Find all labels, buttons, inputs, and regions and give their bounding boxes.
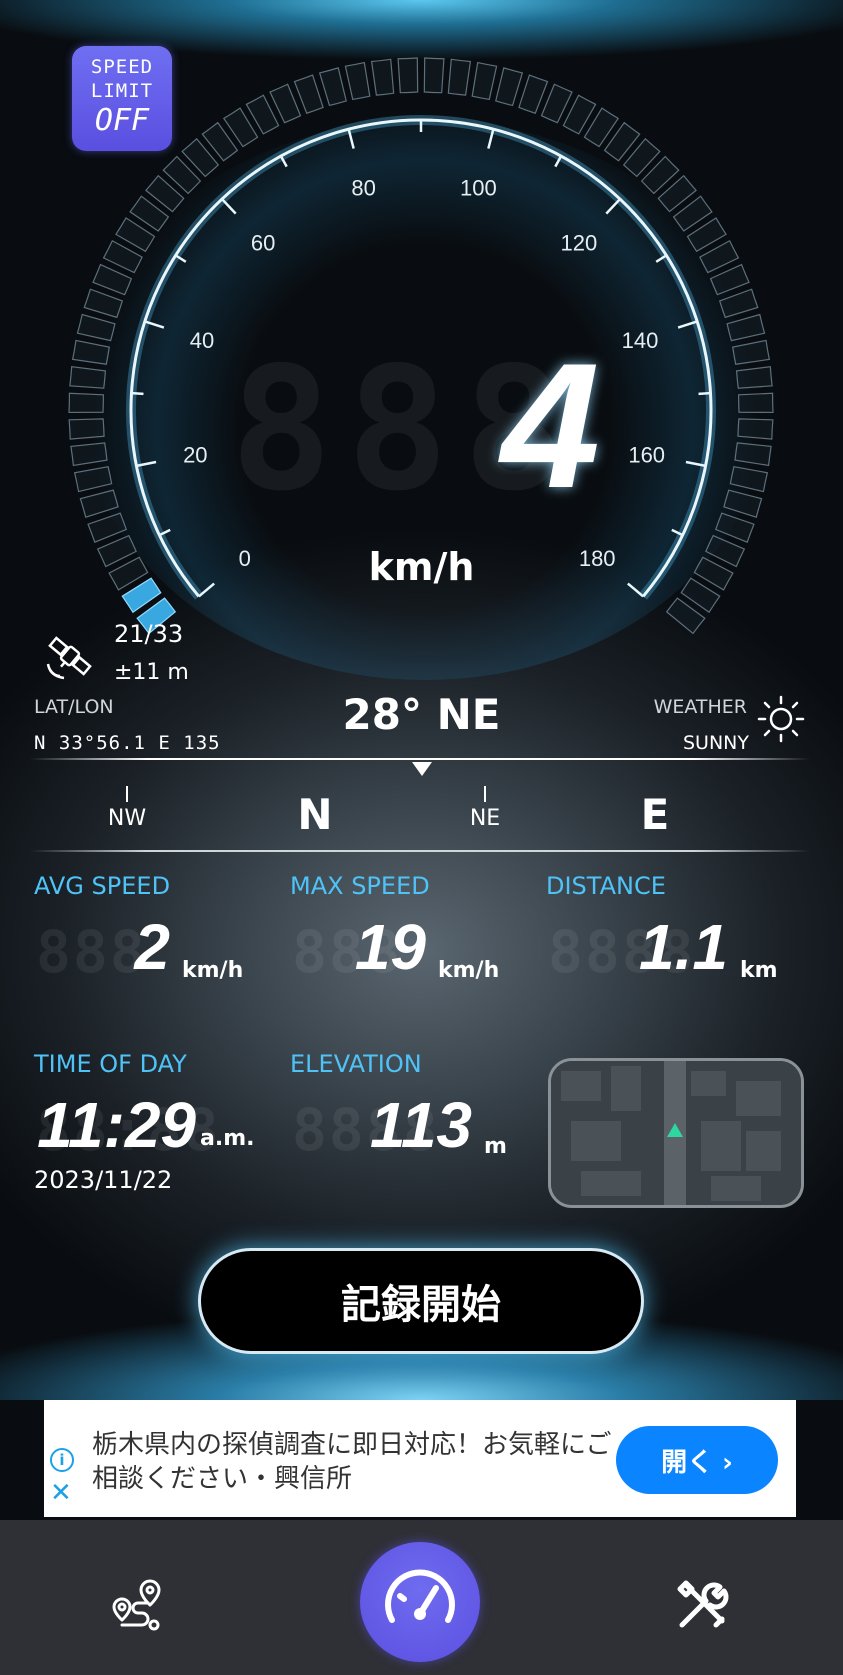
gauge-segment	[83, 288, 124, 319]
gauge-tick	[698, 391, 711, 396]
satellite-count: 21/33	[114, 620, 184, 648]
gps-accuracy: ±11 m	[114, 660, 189, 685]
distance-value: 1.1	[639, 911, 728, 983]
speedometer-tab[interactable]	[360, 1542, 480, 1662]
compass-mark-nw: NW	[102, 786, 152, 831]
compass-top-line	[30, 758, 810, 760]
gauge-segment	[87, 512, 128, 544]
max-speed-label: MAX SPEED	[290, 872, 430, 900]
avg-speed-unit: km/h	[182, 958, 244, 983]
compass-label-e: E	[640, 790, 670, 839]
gauge-segment	[726, 313, 766, 342]
compass-mark-e: E	[630, 790, 680, 839]
time-of-day-label: TIME OF DAY	[34, 1050, 187, 1078]
date-value: 2023/11/22	[34, 1166, 173, 1194]
elevation-unit: m	[484, 1134, 507, 1159]
gauge-tick-label: 20	[183, 442, 207, 467]
gauge-segment	[732, 339, 771, 365]
weather-label: WEATHER	[653, 696, 747, 718]
gauge-segment	[734, 442, 772, 467]
gauge-tick	[605, 198, 621, 215]
sun-icon	[757, 695, 805, 743]
max-speed-value: 19	[354, 911, 426, 983]
gauge-segment	[73, 465, 113, 493]
gauge-tick-label: 60	[251, 231, 275, 256]
gauge-segment	[738, 392, 774, 414]
speed-display: 888 4	[230, 337, 610, 516]
gauge-tick	[221, 198, 237, 215]
gauge-segment	[518, 74, 549, 114]
gauge-segment	[318, 67, 347, 107]
ad-close-icon[interactable]: ✕	[50, 1480, 72, 1506]
compass-label-nw: NW	[107, 806, 147, 831]
compass-mark-ne: NE	[460, 786, 510, 831]
gauge-tick-label: 140	[622, 328, 659, 353]
gauge-segment	[471, 61, 498, 101]
tools-icon[interactable]	[672, 1575, 732, 1635]
elevation-value: 113	[369, 1089, 472, 1161]
gauge-tick-label: 80	[351, 175, 375, 200]
speed-unit: km/h	[368, 545, 475, 589]
elevation-label: ELEVATION	[290, 1050, 422, 1078]
gauge-segment	[79, 489, 119, 518]
gauge-segment	[714, 512, 755, 544]
gauge-segment	[737, 418, 774, 440]
compass-label-ne: NE	[469, 806, 501, 831]
current-speed: 4	[501, 326, 600, 525]
avg-speed-label: AVG SPEED	[34, 872, 171, 900]
compass-strip: NW N NE E	[0, 738, 843, 852]
gauge-tick-label: 100	[460, 175, 497, 200]
speedometer-icon	[385, 1569, 455, 1623]
time-of-day-value: 11:29	[37, 1089, 196, 1161]
ad-open-button[interactable]: 開く ›	[616, 1426, 778, 1494]
route-icon[interactable]	[108, 1575, 168, 1635]
tab-bar	[0, 1520, 843, 1675]
gauge-segment	[397, 57, 419, 94]
max-speed-unit: km/h	[438, 958, 500, 983]
gauge-segment	[344, 61, 371, 101]
gauge-tick	[131, 391, 144, 396]
gauge-segment	[447, 58, 472, 96]
gauge-segment	[70, 442, 108, 467]
map-tiles	[551, 1061, 801, 1205]
gauge-segment	[723, 489, 763, 518]
ad-text: 栃木県内の探偵調査に即日対応！お気軽にご相談ください・興信所	[92, 1430, 612, 1494]
avg-speed-value: 2	[134, 911, 170, 983]
distance-unit: km	[740, 958, 778, 983]
satellite-icon	[46, 636, 92, 680]
time-of-day-unit: a.m.	[200, 1126, 255, 1151]
gauge-segment	[68, 392, 104, 414]
compass-label-n: N	[297, 790, 333, 839]
gauge-segment	[718, 288, 759, 319]
speed-gauge: 020406080 100120140160180	[68, 57, 774, 635]
gauge-tick-label: 120	[560, 231, 597, 256]
gauge-segment	[423, 57, 445, 94]
gauge-segment	[735, 366, 773, 389]
distance-label: DISTANCE	[546, 872, 666, 900]
gauge-segment	[495, 67, 524, 107]
gauge-tick-label: 160	[628, 442, 665, 467]
gauge-segment	[71, 339, 110, 365]
start-recording-button[interactable]: 記録開始	[198, 1248, 644, 1354]
gauge-segment	[68, 418, 105, 440]
speedometer-screen: SPEED LIMIT OFF 0 20 40 60 80 100 120 140 160 180…	[0, 0, 843, 1675]
ad-info-icon[interactable]: i	[50, 1448, 74, 1472]
gauge-segment	[293, 74, 324, 114]
gauge-segment	[370, 58, 395, 96]
mini-map[interactable]	[548, 1058, 804, 1208]
compass-pointer	[412, 762, 432, 776]
compass-bottom-line	[30, 850, 810, 852]
gauge-tick-label: 40	[190, 328, 214, 353]
gauge-segment	[729, 465, 769, 493]
compass-mark-n: N	[290, 790, 340, 839]
gauge-segment	[76, 313, 116, 342]
ad-banner[interactable]: i ✕ 栃木県内の探偵調査に即日対応！お気軽にご相談ください・興信所 開く ›	[44, 1400, 796, 1517]
gauge-segment	[69, 366, 107, 389]
